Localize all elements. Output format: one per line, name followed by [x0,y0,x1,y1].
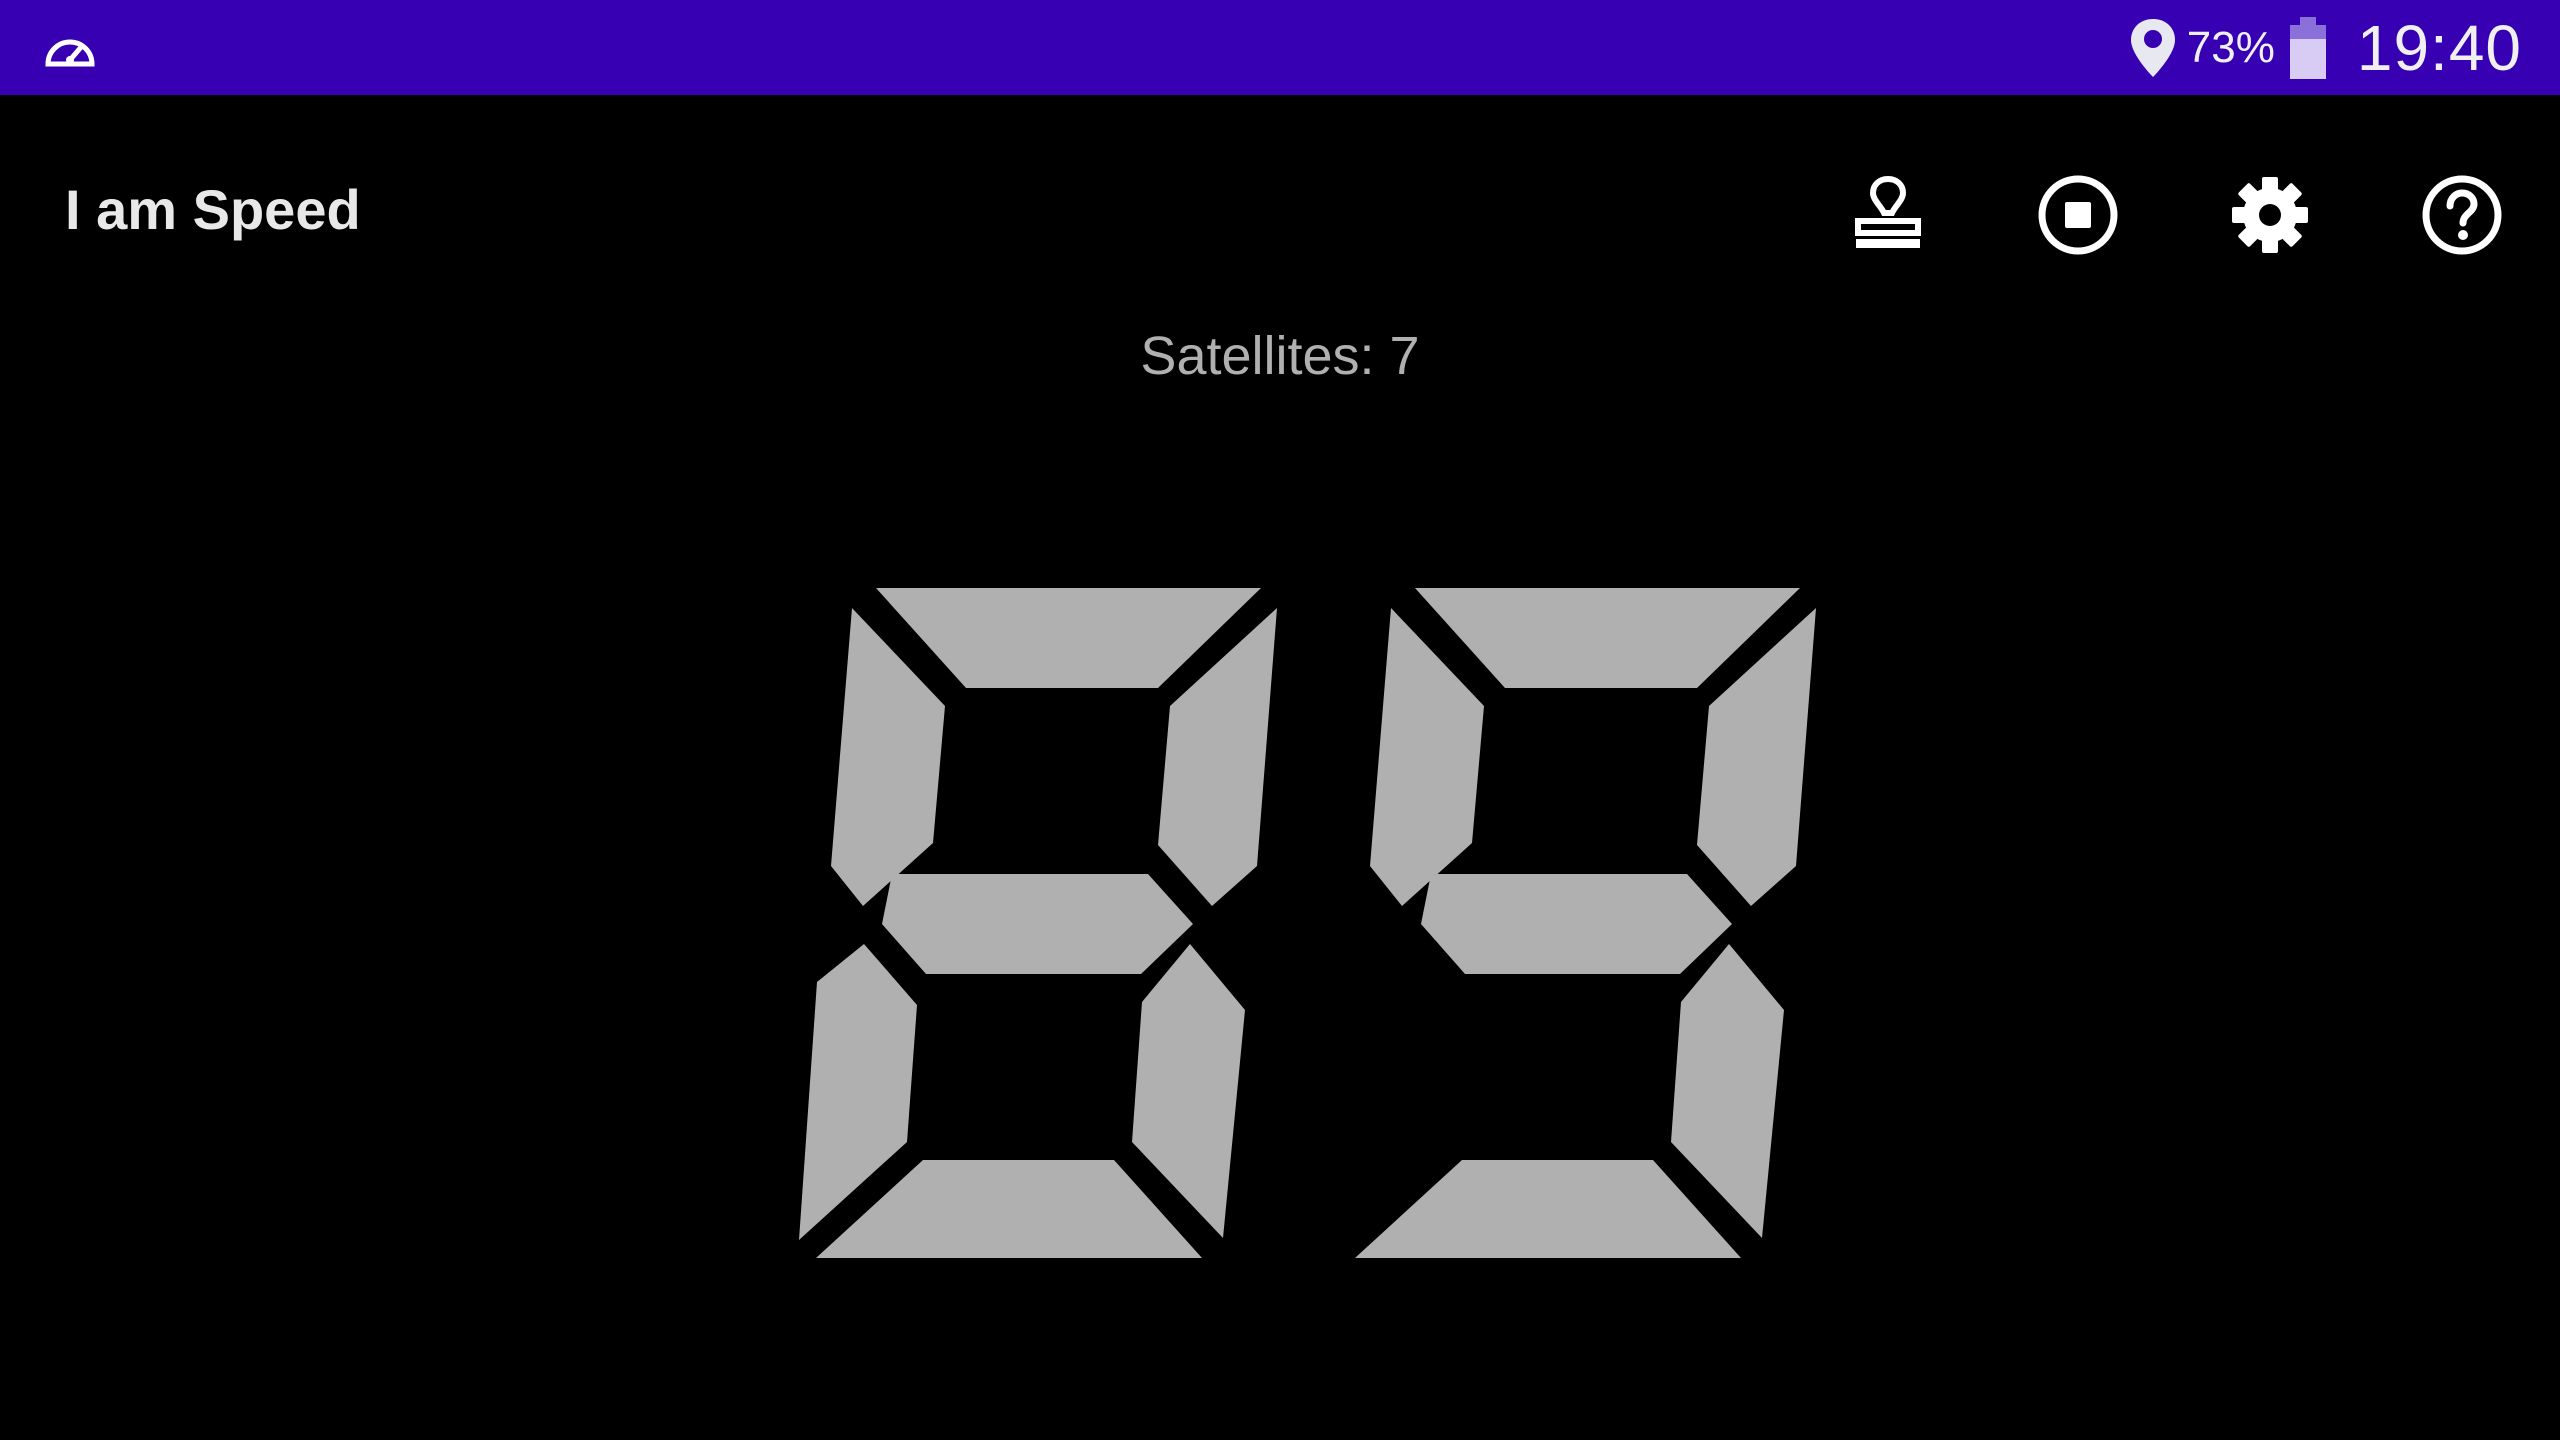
segment-c [1671,944,1784,1238]
stop-button[interactable] [2028,165,2128,265]
satellites-count: Satellites: 7 [1140,326,1420,386]
status-bar: 73% 19:40 [0,0,2560,95]
segment-a [1415,588,1800,688]
segment-b [1158,608,1277,906]
segment-b [1697,608,1816,906]
stop-icon [2038,175,2118,255]
app-bar: I am Speed [0,95,2560,325]
settings-button[interactable] [2220,165,2320,265]
status-indicators: 73% 19:40 [2127,0,2522,95]
stamp-button[interactable] [1838,165,1938,265]
segment-f [831,608,945,906]
clock: 19:40 [2356,11,2522,84]
gear-icon [2232,177,2308,253]
speedometer-icon [45,39,95,67]
segment-g [882,874,1193,974]
segment-a [876,588,1261,688]
speed-digit-tens [799,588,1277,1258]
segment-d [1355,1160,1741,1258]
segment-f [1370,608,1484,906]
location-pin-icon [2130,18,2175,77]
battery-percent: 73% [2186,22,2275,72]
battery-icon [2289,16,2326,79]
app-title: I am Speed [65,178,361,241]
segment-d [816,1160,1202,1258]
segment-c [1132,944,1245,1238]
help-icon [2422,175,2502,255]
stamp-icon [1855,175,1921,248]
help-button[interactable] [2412,165,2512,265]
speed-digit-ones [1355,588,1816,1258]
segment-g [1421,874,1732,974]
speedometer-screen: 73% 19:40 I am Speed Satellites: 7 [0,0,2560,1440]
segment-e [799,944,917,1240]
